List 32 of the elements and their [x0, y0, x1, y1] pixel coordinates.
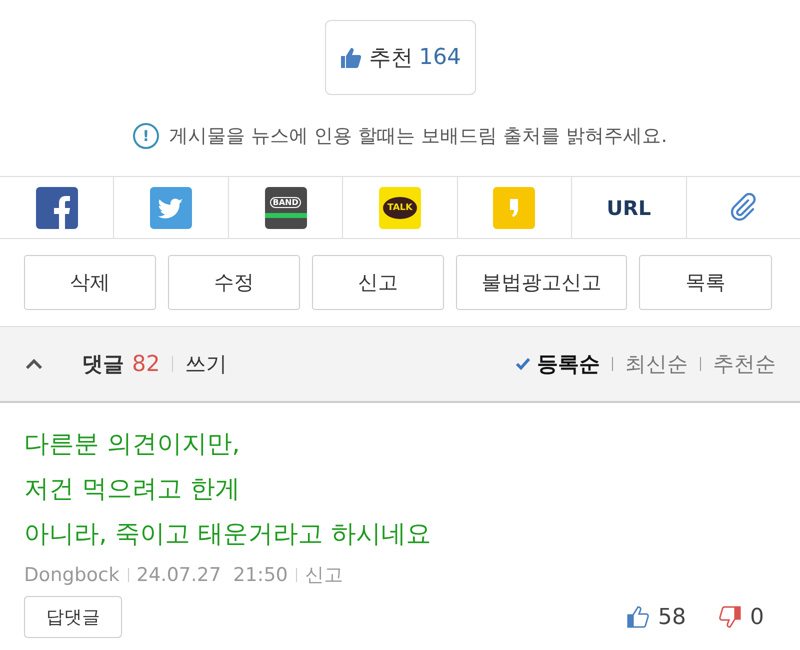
sort-option[interactable]: 등록순: [537, 350, 600, 378]
action-button[interactable]: 목록: [639, 255, 772, 310]
thumbs-up-icon[interactable]: [626, 605, 650, 629]
dislike-count: 0: [750, 604, 764, 630]
write-link[interactable]: 쓰기: [185, 350, 227, 378]
recommend-button[interactable]: 추천 164: [324, 20, 476, 95]
action-button[interactable]: 삭제: [24, 255, 156, 310]
facebook-icon[interactable]: [36, 186, 78, 228]
comments-label: 댓글: [82, 351, 124, 378]
action-button[interactable]: 수정: [168, 255, 300, 310]
like-count: 58: [658, 604, 686, 630]
action-button[interactable]: 불법광고신고: [456, 255, 627, 310]
thumbs-down-icon[interactable]: [718, 605, 742, 629]
comment-count: 82: [132, 352, 160, 376]
talk-logo[interactable]: TALK: [378, 186, 421, 228]
sort-option[interactable]: 추천순: [713, 350, 776, 378]
sort-option[interactable]: 최신순: [625, 350, 688, 378]
notice-text: 게시물을 뉴스에 인용 할때는 보배드림 출처를 밝혀주세요.: [168, 124, 668, 149]
info-icon: !: [132, 123, 159, 149]
comment-text: 다른분 의견이지만, 저건 먹으려고 한게 아니라, 죽이고 태운거라고 하시네요: [24, 428, 432, 550]
comment-time: 21:50: [233, 564, 288, 586]
comment-date: 24.07.27: [136, 564, 222, 586]
thumbs-up-icon: [339, 46, 363, 70]
caret-icon[interactable]: [24, 357, 44, 371]
band-logo[interactable]: BAND: [264, 186, 307, 228]
reply-button[interactable]: 답댓글: [24, 596, 122, 638]
url-link[interactable]: URL: [606, 196, 652, 220]
bird-icon[interactable]: [150, 186, 192, 228]
paperclip-icon[interactable]: [728, 192, 758, 222]
author-name: Dongbock: [24, 564, 120, 586]
check-icon: [515, 357, 531, 371]
action-button[interactable]: 신고: [312, 255, 444, 310]
